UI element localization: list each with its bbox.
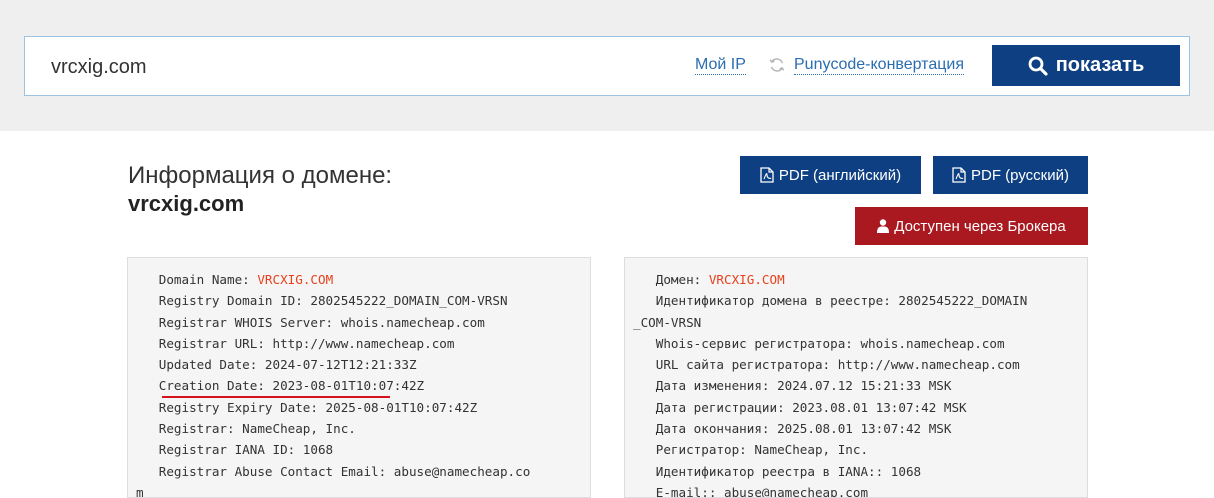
- whois-line: Дата регистрации: 2023.08.01 13:07:42 MS…: [655, 399, 967, 415]
- show-button[interactable]: показать: [992, 45, 1180, 86]
- whois-line: m: [136, 484, 144, 498]
- refresh-icon: [769, 58, 785, 72]
- pdf-icon: [952, 167, 966, 183]
- whois-line: Registrar Abuse Contact Email: abuse@nam…: [158, 463, 531, 479]
- whois-english-panel: Domain Name: VRCXIG.COM Registry Domain …: [127, 257, 591, 498]
- whois-russian-panel: Домен: VRCXIG.COM Идентификатор домена в…: [624, 257, 1088, 498]
- broker-button[interactable]: Доступен через Брокера: [855, 207, 1088, 245]
- creation-date-underline: [162, 396, 390, 398]
- whois-line: Registry Domain ID: 2802545222_DOMAIN_CO…: [158, 293, 508, 309]
- whois-line: Registrar IANA ID: 1068: [158, 442, 334, 458]
- whois-line: Дата изменения: 2024.07.12 15:21:33 MSK: [655, 378, 952, 394]
- domain-name-value: VRCXIG.COM: [257, 272, 334, 287]
- whois-line: Registrar URL: http://www.namecheap.com: [158, 335, 455, 351]
- pdf-icon: [760, 167, 774, 183]
- pdf-russian-label: PDF (русский): [971, 166, 1069, 184]
- whois-line: Whois-сервис регистратора: whois.nameche…: [655, 335, 1005, 351]
- whois-line: Идентификатор реестра в IANA:: 1068: [655, 463, 922, 479]
- whois-line: Updated Date: 2024-07-12T12:21:33Z: [158, 357, 417, 373]
- whois-line: E-mail:: abuse@namecheap.com: [655, 484, 869, 498]
- search-input[interactable]: [51, 52, 611, 82]
- user-icon: [877, 219, 890, 233]
- whois-russian-text: Домен: VRCXIG.COM Идентификатор домена в…: [633, 269, 1028, 498]
- whois-line: Registry Expiry Date: 2025-08-01T10:07:4…: [158, 399, 478, 415]
- whois-line: Идентификатор домена в реестре: 28025452…: [655, 293, 1028, 309]
- search-box: Мой IP Punycode-конвертация показать: [24, 36, 1190, 96]
- pdf-russian-button[interactable]: PDF (русский): [933, 156, 1088, 194]
- page-domain: vrcxig.com: [128, 191, 245, 216]
- my-ip-link[interactable]: Мой IP: [695, 55, 746, 75]
- page-title: Информация о домене:: [128, 162, 393, 189]
- broker-label: Доступен через Брокера: [894, 217, 1066, 235]
- show-button-label: показать: [1055, 54, 1145, 76]
- domain-name-value: VRCXIG.COM: [708, 272, 785, 287]
- pdf-english-button[interactable]: PDF (английский): [740, 156, 921, 194]
- whois-line: Дата окончания: 2025.08.01 13:07:42 MSK: [655, 421, 952, 437]
- search-icon: [1028, 56, 1048, 76]
- whois-line: Domain Name: VRCXIG.COM: [158, 272, 334, 287]
- whois-line: Registrar WHOIS Server: whois.namecheap.…: [158, 314, 485, 330]
- punycode-link[interactable]: Punycode-конвертация: [794, 55, 964, 75]
- whois-line: _COM-VRSN: [633, 314, 702, 330]
- whois-line: Домен: VRCXIG.COM: [655, 272, 785, 287]
- whois-line-creation-date: Creation Date: 2023-08-01T10:07:42Z: [158, 378, 425, 394]
- whois-line: Registrar: NameCheap, Inc.: [158, 421, 356, 437]
- whois-line: Регистратор: NameCheap, Inc.: [655, 442, 869, 458]
- whois-english-text: Domain Name: VRCXIG.COM Registry Domain …: [136, 269, 531, 498]
- whois-line: URL сайта регистратора: http://www.namec…: [655, 357, 1020, 373]
- pdf-english-label: PDF (английский): [778, 166, 902, 184]
